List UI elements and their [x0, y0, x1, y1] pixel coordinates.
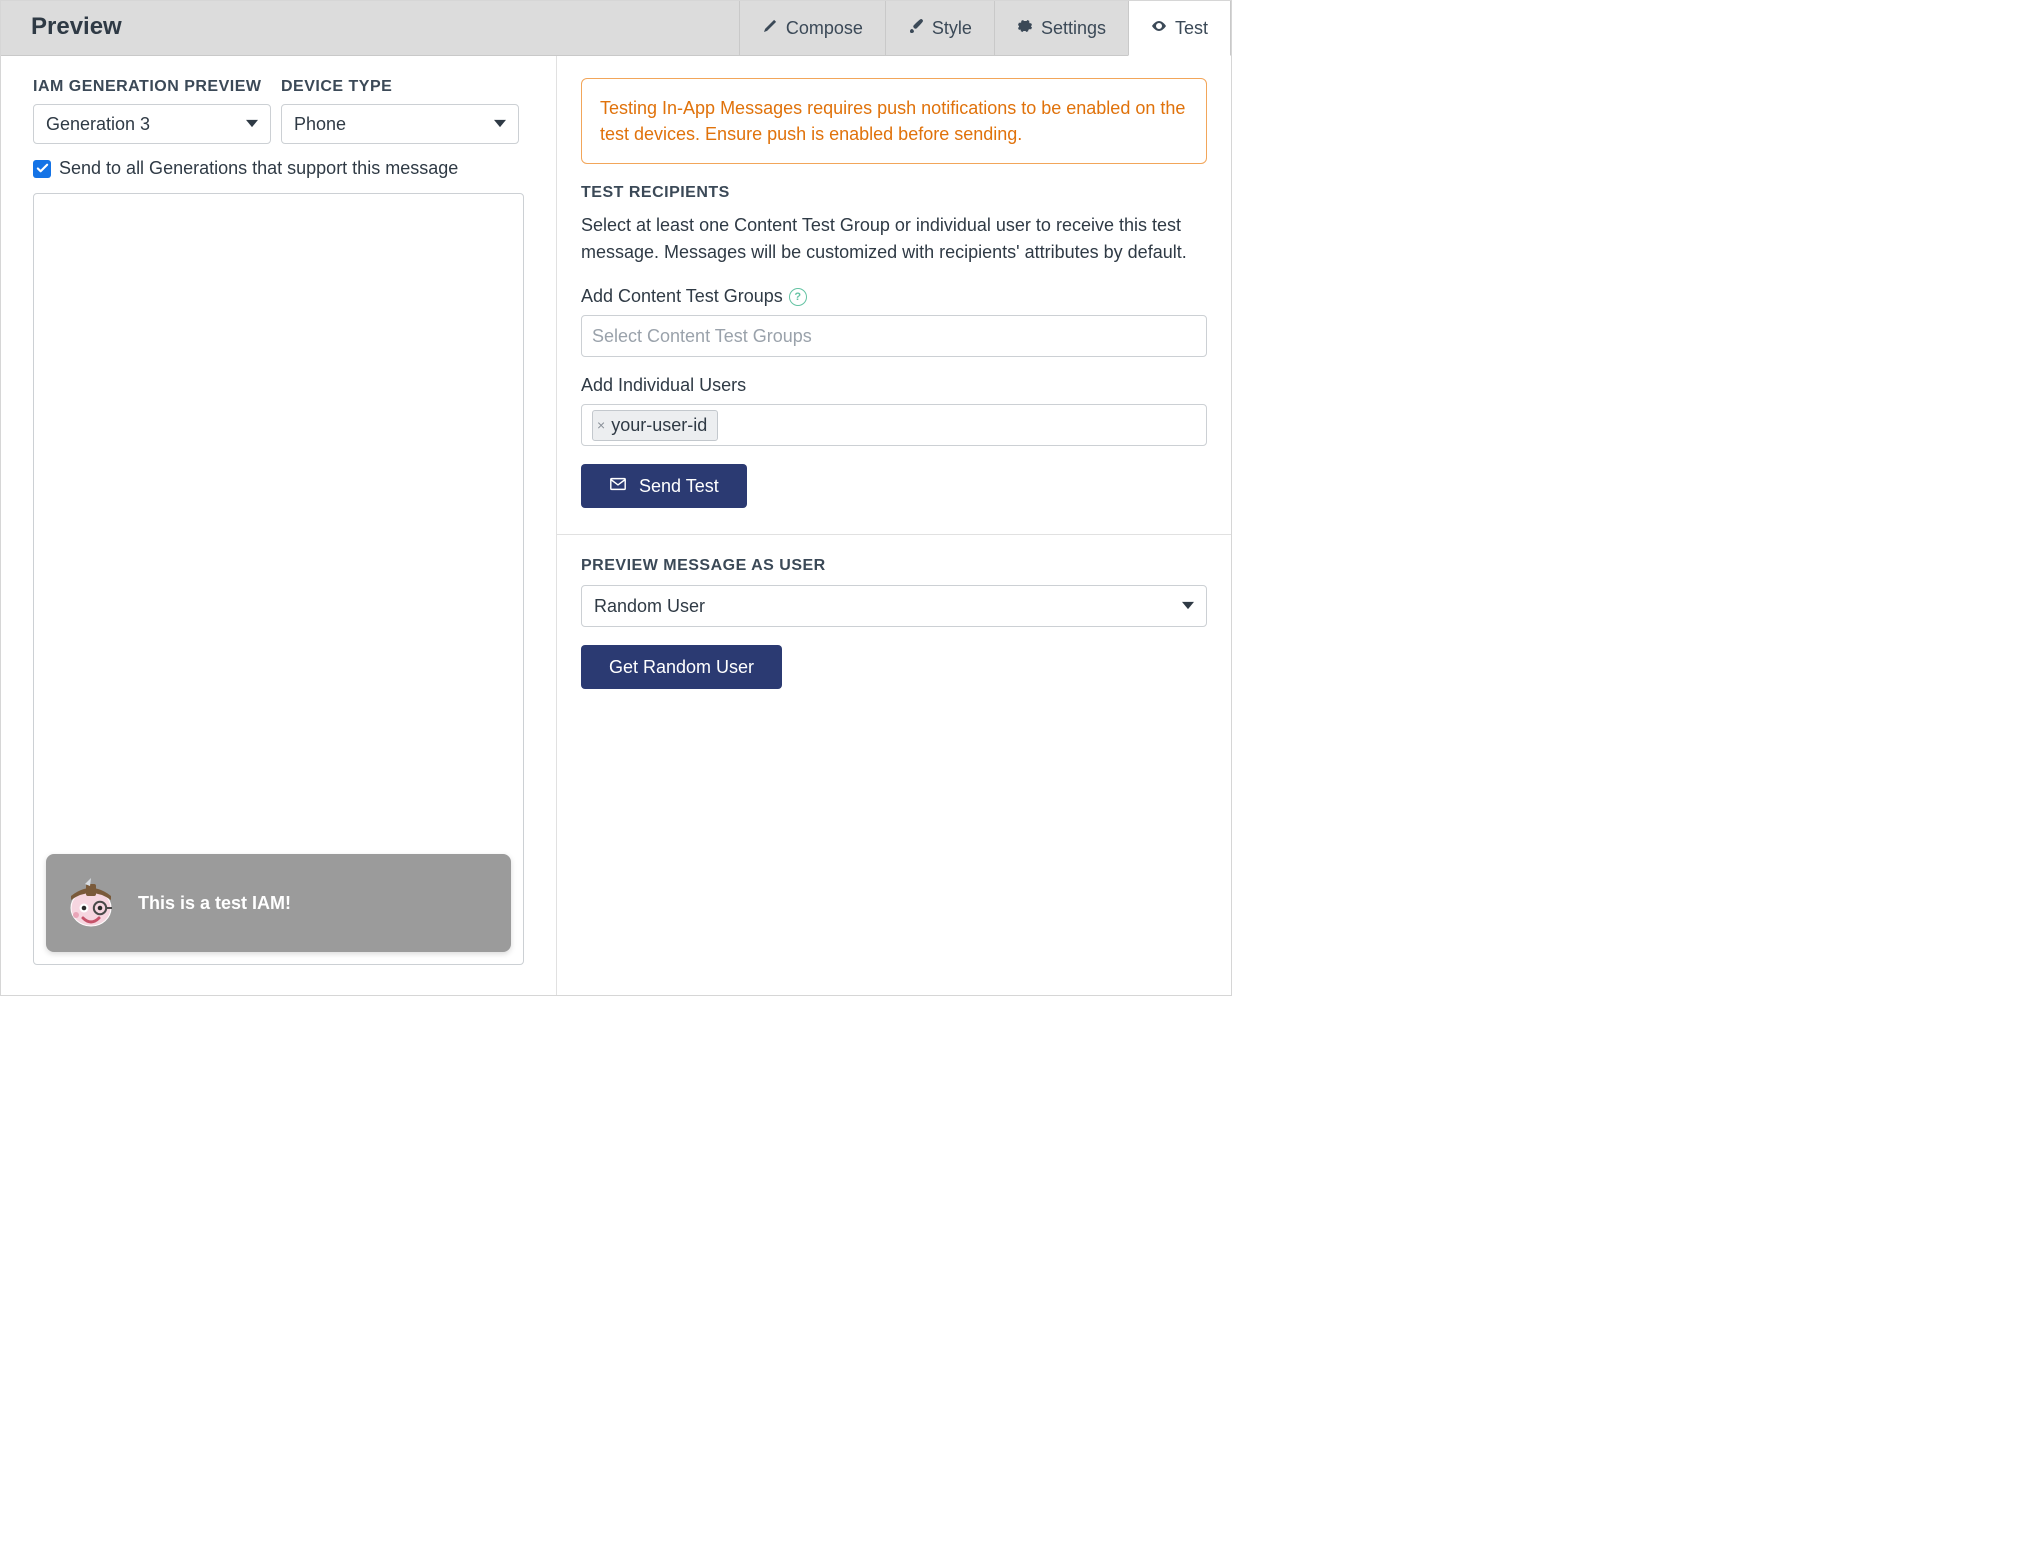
check-icon	[36, 162, 49, 175]
tab-test-label: Test	[1175, 18, 1208, 39]
gear-icon	[1017, 18, 1033, 39]
tab-settings-label: Settings	[1041, 18, 1106, 39]
iam-generation-select[interactable]: Generation 3	[33, 104, 271, 144]
test-recipients-section: Testing In-App Messages requires push no…	[557, 56, 1231, 534]
preview-controls-row: IAM GENERATION PREVIEW Generation 3 DEVI…	[33, 78, 524, 144]
caret-down-icon	[494, 114, 506, 135]
iam-generation-label: IAM GENERATION PREVIEW	[33, 78, 271, 96]
send-all-generations-checkbox[interactable]	[33, 160, 51, 178]
help-icon[interactable]: ?	[789, 288, 807, 306]
page-title: Preview	[1, 1, 152, 55]
send-test-label: Send Test	[639, 476, 719, 497]
preview-as-user-heading: PREVIEW MESSAGE AS USER	[581, 557, 1207, 575]
iam-toast: This is a test IAM!	[46, 854, 511, 952]
app-root: Preview Compose Style Settings	[0, 0, 1232, 996]
send-all-generations-label: Send to all Generations that support thi…	[59, 158, 458, 179]
right-panel: Testing In-App Messages requires push no…	[556, 56, 1231, 995]
device-type-select[interactable]: Phone	[281, 104, 519, 144]
iam-generation-value: Generation 3	[46, 114, 150, 135]
get-random-user-button[interactable]: Get Random User	[581, 645, 782, 689]
content-test-groups-input[interactable]: Select Content Test Groups	[581, 315, 1207, 357]
push-warning-alert: Testing In-App Messages requires push no…	[581, 78, 1207, 164]
preview-as-user-select[interactable]: Random User	[581, 585, 1207, 627]
tab-compose-label: Compose	[786, 18, 863, 39]
tab-style[interactable]: Style	[885, 1, 994, 55]
device-type-field: DEVICE TYPE Phone	[281, 78, 519, 144]
left-panel: IAM GENERATION PREVIEW Generation 3 DEVI…	[1, 56, 556, 995]
get-random-user-label: Get Random User	[609, 657, 754, 678]
device-type-label: DEVICE TYPE	[281, 78, 519, 96]
toast-text: This is a test IAM!	[138, 893, 291, 914]
tab-bar: Compose Style Settings Test	[739, 1, 1231, 55]
device-type-value: Phone	[294, 114, 346, 135]
envelope-icon	[609, 475, 627, 498]
preview-as-user-value: Random User	[594, 596, 705, 617]
tab-test[interactable]: Test	[1128, 1, 1231, 56]
pencil-icon	[762, 18, 778, 39]
individual-users-label: Add Individual Users	[581, 375, 1207, 396]
send-all-generations-row: Send to all Generations that support thi…	[33, 158, 524, 179]
body: IAM GENERATION PREVIEW Generation 3 DEVI…	[1, 56, 1231, 995]
send-test-button[interactable]: Send Test	[581, 464, 747, 508]
user-token-text: your-user-id	[611, 415, 707, 436]
remove-token-icon[interactable]: ×	[597, 417, 605, 433]
header-bar: Preview Compose Style Settings	[1, 1, 1231, 56]
content-test-groups-label: Add Content Test Groups ?	[581, 286, 1207, 307]
user-token[interactable]: × your-user-id	[592, 410, 718, 441]
eye-icon	[1151, 18, 1167, 39]
tab-settings[interactable]: Settings	[994, 1, 1128, 55]
caret-down-icon	[1182, 596, 1194, 617]
individual-users-input[interactable]: × your-user-id	[581, 404, 1207, 446]
device-preview: This is a test IAM!	[33, 193, 524, 965]
tab-style-label: Style	[932, 18, 972, 39]
toast-avatar-icon	[66, 878, 116, 928]
test-recipients-help: Select at least one Content Test Group o…	[581, 212, 1207, 266]
caret-down-icon	[246, 114, 258, 135]
content-test-groups-label-text: Add Content Test Groups	[581, 286, 783, 307]
content-test-groups-placeholder: Select Content Test Groups	[592, 326, 812, 347]
test-recipients-heading: TEST RECIPIENTS	[581, 184, 1207, 202]
tab-compose[interactable]: Compose	[739, 1, 885, 55]
preview-as-user-section: PREVIEW MESSAGE AS USER Random User Get …	[557, 534, 1231, 715]
iam-generation-field: IAM GENERATION PREVIEW Generation 3	[33, 78, 271, 144]
brush-icon	[908, 18, 924, 39]
